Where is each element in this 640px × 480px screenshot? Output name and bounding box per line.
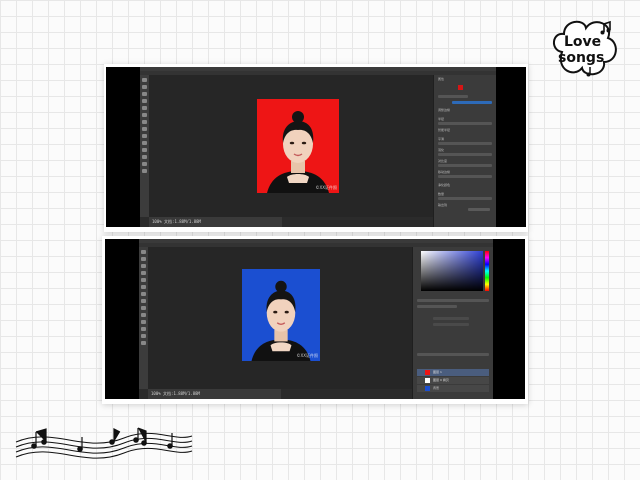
photoshop-workspace: ©XX证件照 属性 调整边缘 半径 智能半径 平滑 羽化 对比度 移动边缘 净化… bbox=[140, 67, 496, 227]
move-tool-icon[interactable] bbox=[142, 78, 147, 82]
portrait-image bbox=[257, 99, 339, 193]
text-tool-icon[interactable] bbox=[142, 155, 147, 159]
crop-tool-icon[interactable] bbox=[142, 106, 147, 110]
quick-select-tool-icon[interactable] bbox=[142, 99, 147, 103]
quick-select-tool-icon[interactable] bbox=[141, 271, 146, 275]
amount-slider[interactable] bbox=[438, 197, 492, 200]
panel-row-label: 调整边缘 bbox=[438, 108, 451, 112]
screenshot-card-bottom: ©XX证件照 图层 1 图层 0 拷贝 背景 100% 文档:1.88M/1.8… bbox=[102, 236, 528, 404]
status-bar: 100% 文档:1.88M/1.88M bbox=[149, 217, 282, 227]
stamp-tool-icon[interactable] bbox=[141, 299, 146, 303]
panel-row-label: 智能半径 bbox=[438, 128, 451, 132]
crop-tool-icon[interactable] bbox=[141, 278, 146, 282]
hand-tool-icon[interactable] bbox=[141, 334, 146, 338]
panel-row-label: 输出到 bbox=[438, 203, 448, 207]
color-and-layers-panel[interactable]: 图层 1 图层 0 拷贝 背景 bbox=[412, 247, 493, 399]
layer-thumbnail bbox=[425, 370, 430, 375]
id-photo-blue[interactable]: ©XX证件照 bbox=[242, 269, 320, 361]
hand-tool-icon[interactable] bbox=[142, 162, 147, 166]
pen-tool-icon[interactable] bbox=[142, 148, 147, 152]
feather-slider[interactable] bbox=[438, 153, 492, 156]
layer-thumbnail bbox=[425, 378, 430, 383]
marquee-tool-icon[interactable] bbox=[141, 257, 146, 261]
layer-row[interactable]: 背景 bbox=[417, 385, 489, 392]
logo-text-songs: songs bbox=[558, 50, 605, 66]
panel-row-label: 净化颜色 bbox=[438, 183, 451, 187]
panel-row-label: 对比度 bbox=[438, 159, 448, 163]
smooth-slider[interactable] bbox=[438, 142, 492, 145]
eyedropper-tool-icon[interactable] bbox=[142, 113, 147, 117]
photoshop-window-bottom: ©XX证件照 图层 1 图层 0 拷贝 背景 100% 文档:1.88M/1.8… bbox=[105, 239, 525, 399]
contrast-slider[interactable] bbox=[438, 164, 492, 167]
layer-name: 图层 1 bbox=[433, 370, 442, 374]
photo-watermark: ©XX证件照 bbox=[296, 353, 318, 358]
move-tool-icon[interactable] bbox=[141, 250, 146, 254]
hue-slider[interactable] bbox=[485, 251, 489, 291]
gradient-tool-icon[interactable] bbox=[141, 313, 146, 317]
marquee-tool-icon[interactable] bbox=[142, 85, 147, 89]
photo-watermark: ©XX证件照 bbox=[315, 185, 337, 190]
panel-toggle[interactable] bbox=[452, 101, 492, 104]
music-staff-decoration bbox=[15, 427, 193, 459]
color-picker-field[interactable] bbox=[421, 251, 483, 291]
panel-tab-bar[interactable] bbox=[417, 299, 489, 302]
panel-row-label: 羽化 bbox=[438, 148, 445, 152]
text-tool-icon[interactable] bbox=[141, 327, 146, 331]
document-canvas[interactable]: ©XX证件照 bbox=[149, 75, 434, 217]
screenshot-card-top: ©XX证件照 属性 调整边缘 半径 智能半径 平滑 羽化 对比度 移动边缘 净化… bbox=[104, 64, 528, 232]
panel-row-label: 移动边缘 bbox=[438, 170, 451, 174]
gradient-tool-icon[interactable] bbox=[142, 141, 147, 145]
eraser-tool-icon[interactable] bbox=[142, 134, 147, 138]
layer-row[interactable]: 图层 0 拷贝 bbox=[417, 377, 489, 384]
zoom-tool-icon[interactable] bbox=[142, 169, 147, 173]
adjustments-row[interactable] bbox=[417, 305, 457, 308]
panel-row-label: 平滑 bbox=[438, 137, 445, 141]
panel-row-label: 数量 bbox=[438, 192, 445, 196]
properties-panel[interactable]: 属性 调整边缘 半径 智能半径 平滑 羽化 对比度 移动边缘 净化颜色 数量 输… bbox=[433, 75, 496, 227]
layer-name: 背景 bbox=[433, 386, 440, 390]
photoshop-window-top: ©XX证件照 属性 调整边缘 半径 智能半径 平滑 羽化 对比度 移动边缘 净化… bbox=[106, 67, 526, 227]
status-bar: 100% 文档:1.88M/1.88M bbox=[148, 389, 281, 399]
brush-tool-icon[interactable] bbox=[141, 292, 146, 296]
view-mode-swatch[interactable] bbox=[458, 85, 463, 90]
layer-thumbnail bbox=[425, 386, 430, 391]
shift-edge-slider[interactable] bbox=[438, 175, 492, 178]
lasso-tool-icon[interactable] bbox=[141, 264, 146, 268]
portrait-image bbox=[242, 269, 320, 361]
layer-name: 图层 0 拷贝 bbox=[433, 378, 449, 382]
document-canvas[interactable]: ©XX证件照 bbox=[148, 247, 413, 389]
zoom-tool-icon[interactable] bbox=[141, 341, 146, 345]
libraries-info bbox=[433, 317, 469, 320]
layers-tab-bar[interactable] bbox=[417, 353, 489, 356]
brush-tool-icon[interactable] bbox=[142, 120, 147, 124]
ok-button[interactable] bbox=[468, 208, 490, 211]
id-photo-red[interactable]: ©XX证件照 bbox=[257, 99, 339, 193]
libraries-info bbox=[433, 323, 469, 326]
lasso-tool-icon[interactable] bbox=[142, 92, 147, 96]
logo-text-love: Love bbox=[564, 34, 602, 50]
panel-row-label: 半径 bbox=[438, 117, 445, 121]
radius-slider[interactable] bbox=[438, 122, 492, 125]
love-songs-logo: Love songs bbox=[548, 14, 620, 86]
eraser-tool-icon[interactable] bbox=[141, 306, 146, 310]
panel-header: 属性 bbox=[438, 77, 445, 81]
panel-slider[interactable] bbox=[438, 95, 468, 98]
pen-tool-icon[interactable] bbox=[141, 320, 146, 324]
layer-row[interactable]: 图层 1 bbox=[417, 369, 489, 376]
photoshop-workspace: ©XX证件照 图层 1 图层 0 拷贝 背景 100% 文档:1.88M/1.8… bbox=[139, 239, 493, 399]
stamp-tool-icon[interactable] bbox=[142, 127, 147, 131]
eyedropper-tool-icon[interactable] bbox=[141, 285, 146, 289]
